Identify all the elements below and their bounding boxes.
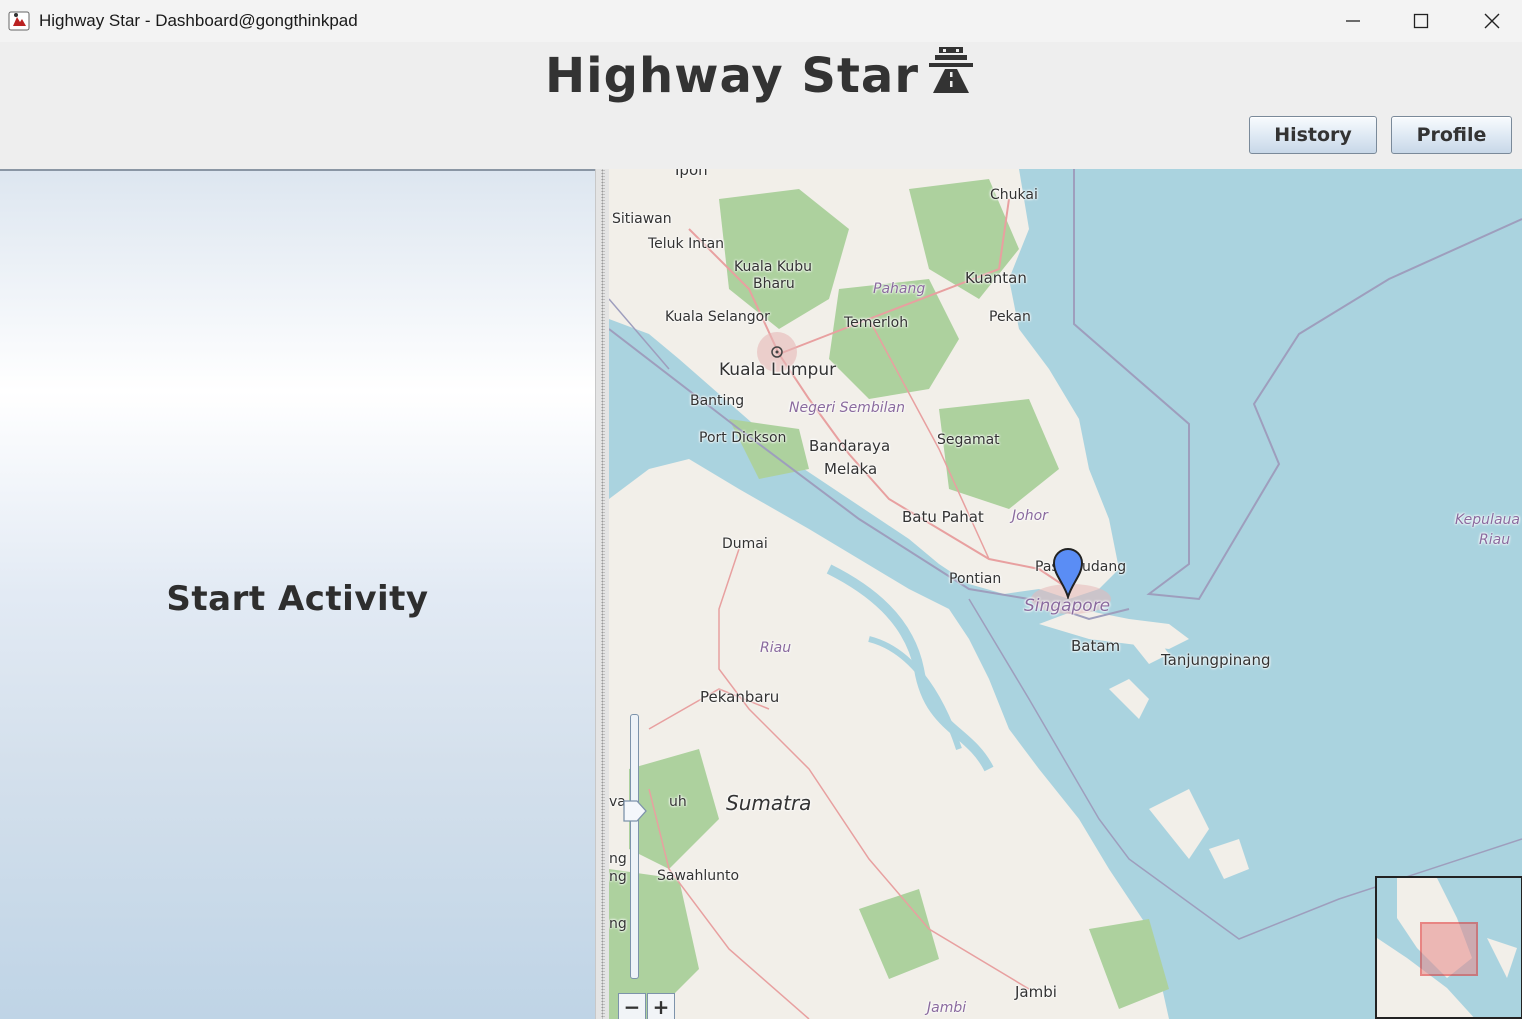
minimap-tiles (1377, 878, 1521, 1017)
map-label-temerloh: Temerloh (844, 315, 909, 331)
maximize-icon (1413, 13, 1429, 29)
map-label-bandaraya: Bandaraya (809, 437, 891, 455)
map-label-singapore: Singapore (1024, 596, 1111, 616)
map-label-kuala-lumpur: Kuala Lumpur (719, 360, 837, 380)
map-label-banting: Banting (690, 393, 745, 409)
maximize-button[interactable] (1398, 0, 1444, 42)
zoom-out-button[interactable]: − (618, 993, 646, 1019)
page-title-row: Highway Star (0, 46, 1522, 104)
zoom-slider-thumb[interactable] (623, 800, 647, 822)
road-icon (929, 47, 973, 93)
map-label-sawahlunto: Sawahlunto (657, 868, 740, 884)
map-label-pekanbaru: Pekanbaru (700, 688, 780, 706)
map-label-sumatra: Sumatra (726, 791, 812, 815)
start-activity-panel[interactable]: Start Activity (0, 169, 595, 1019)
minimize-icon (1346, 20, 1360, 22)
app-icon (7, 9, 31, 33)
zoom-in-button[interactable]: + (647, 993, 675, 1019)
map-label-tanjung-buh: uh (669, 794, 687, 810)
map-label-kuantan: Kuantan (965, 269, 1027, 287)
window-titlebar: Highway Star - Dashboard@gongthinkpad (0, 0, 1522, 42)
map-label-edge-ng-1: ng (609, 851, 627, 867)
map-label-johor: Johor (1012, 508, 1048, 524)
history-button[interactable]: History (1249, 116, 1377, 154)
window-title: Highway Star - Dashboard@gongthinkpad (39, 11, 358, 30)
map-label-negeri-sembilan: Negeri Sembilan (789, 400, 905, 416)
app-header: Highway Star History Profile (0, 42, 1522, 169)
page-title: Highway Star (545, 48, 919, 104)
map-label-pontian: Pontian (949, 571, 1002, 587)
zoom-slider[interactable] (623, 714, 647, 979)
map-label-dumai: Dumai (722, 536, 768, 552)
map-label-chukai: Chukai (990, 187, 1038, 203)
close-button[interactable] (1469, 0, 1515, 42)
minimize-button[interactable] (1330, 0, 1376, 42)
map-label-kuala-selangor: Kuala Selangor (665, 309, 770, 325)
map-label-teluk-intan: Teluk Intan (648, 236, 725, 252)
map-label-kepulauan-1: Kepulaua (1455, 512, 1520, 528)
map-label-port-dickson: Port Dickson (699, 430, 787, 446)
map-label-batam: Batam (1071, 637, 1121, 655)
split-pane-divider[interactable] (595, 169, 609, 1019)
map-label-bharu: Bharu (753, 276, 795, 292)
map-label-edge-ng-3: ng (609, 916, 627, 932)
map-label-pekan: Pekan (989, 309, 1031, 325)
map-label-jambi-region: Jambi (927, 1000, 967, 1016)
map-label-pahang: Pahang (873, 281, 926, 297)
map-label-jambi: Jambi (1015, 983, 1057, 1001)
profile-button[interactable]: Profile (1391, 116, 1512, 154)
location-marker-icon[interactable] (1052, 547, 1084, 599)
close-icon (1484, 13, 1500, 29)
map-label-sitiawan: Sitiawan (612, 211, 672, 227)
map-label-riau: Riau (760, 640, 792, 656)
map-label-segamat: Segamat (937, 432, 1000, 448)
map-label-melaka: Melaka (824, 460, 878, 478)
map-label-edge-ng-2: ng (609, 869, 627, 885)
map-label-kuala-kubu: Kuala Kubu (734, 259, 812, 275)
zoom-slider-track[interactable] (630, 714, 639, 979)
map-label-ipoh: Ipoh (675, 169, 708, 179)
map-label-batu-pahat: Batu Pahat (902, 508, 984, 526)
map-view[interactable]: Ipoh Chukai Sitiawan Teluk Intan Kuala K… (609, 169, 1522, 1019)
map-label-tanjungpinang: Tanjungpinang (1161, 651, 1271, 669)
map-label-kepulauan-2: Riau (1479, 532, 1511, 548)
start-activity-button[interactable]: Start Activity (0, 579, 595, 619)
divider-grip (601, 169, 605, 1019)
minimap[interactable] (1375, 876, 1522, 1019)
map-label-pasir-gudang-b: udang (1082, 559, 1127, 575)
